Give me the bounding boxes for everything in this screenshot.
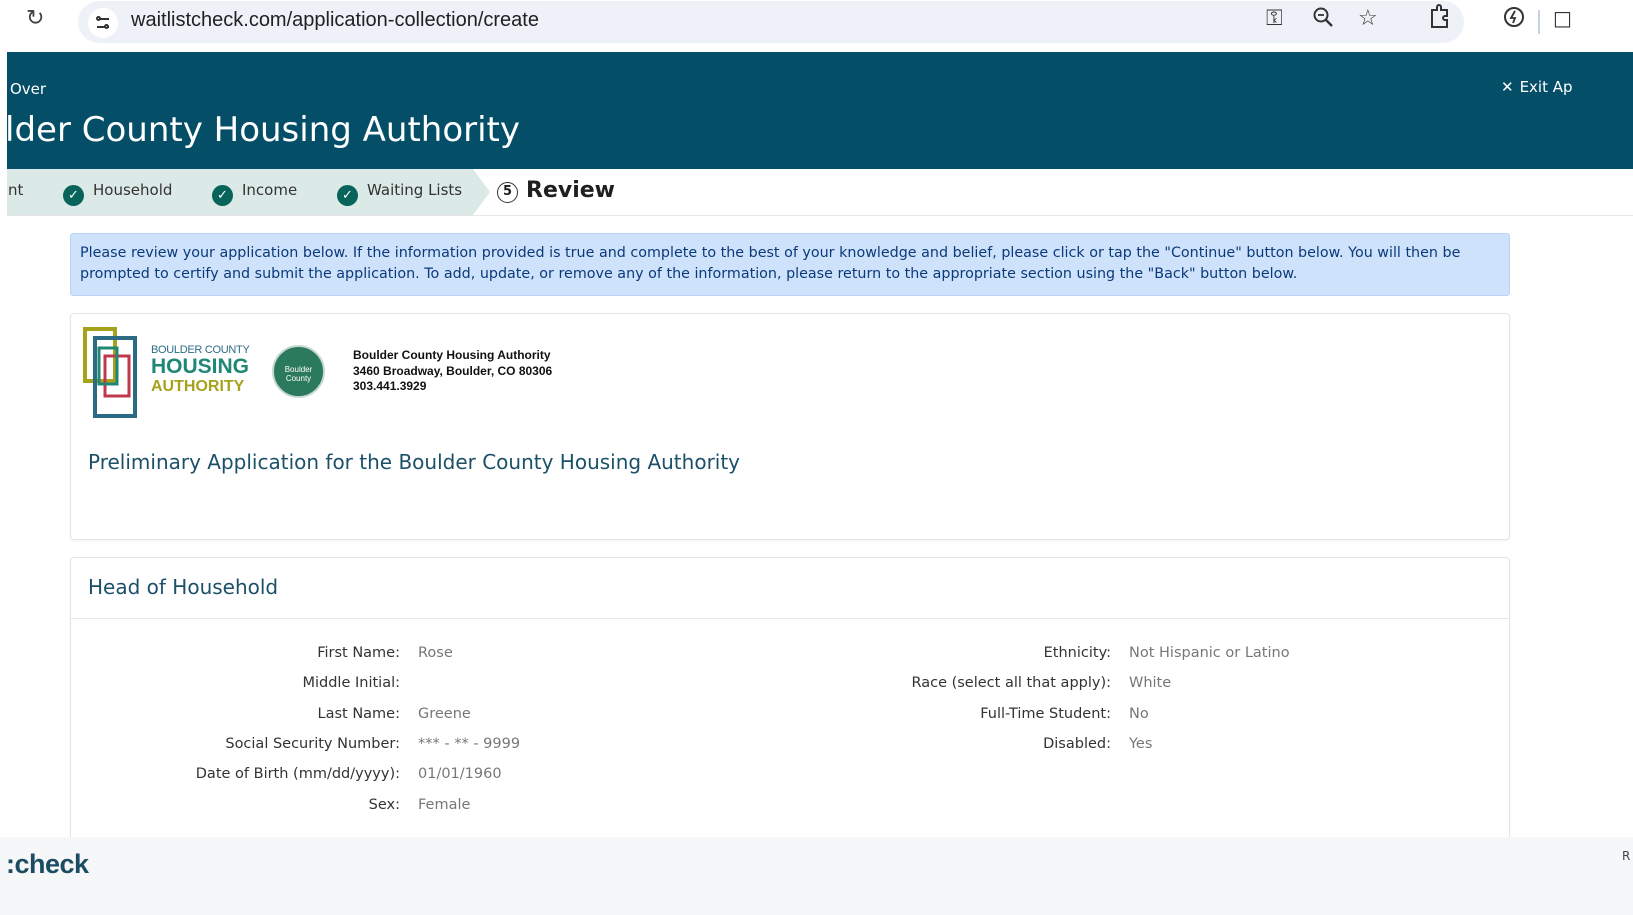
section-title: Head of Household [88, 575, 279, 599]
ssn-label: Social Security Number: [225, 736, 400, 752]
agency-address: 3460 Broadway, Boulder, CO 80306 [353, 363, 553, 378]
step-review-current: 5 Review [497, 178, 615, 203]
footer: :check R [0, 837, 1633, 915]
race-value: White [1129, 675, 1172, 691]
page-title: lder County Housing Authority [5, 110, 521, 150]
step-waiting-lists[interactable]: ✓ Waiting Lists [337, 181, 462, 206]
boulder-county-seal-icon: Boulder County [272, 345, 325, 398]
start-over-link[interactable]: Over [10, 80, 46, 98]
step-household[interactable]: ✓ Household [63, 181, 172, 206]
step-number-badge: 5 [497, 182, 518, 203]
disabled-label: Disabled: [1043, 736, 1111, 752]
toolbar-divider [1538, 10, 1540, 34]
progress-stepper: nt ✓ Household ✓ Income ✓ Waiting Lists 5 Re… [7, 169, 1633, 216]
zoom-icon[interactable] [1312, 6, 1334, 34]
step-applicant[interactable]: nt [8, 181, 23, 199]
head-of-household-card: Head of Household First Name: Rose Middl… [70, 557, 1510, 857]
step-label: Waiting Lists [367, 181, 463, 199]
logo-authority-text: AUTHORITY [151, 378, 245, 395]
application-title: Preliminary Application for the Boulder … [88, 450, 741, 474]
side-panel-icon[interactable]: □ [1553, 6, 1572, 30]
last-name-label: Last Name: [317, 706, 400, 722]
app-header: Over ✕ Exit Ap lder County Housing Author… [5, 52, 1633, 169]
card-header: Head of Household [71, 558, 1509, 619]
step-income[interactable]: ✓ Income [212, 181, 297, 206]
url-text[interactable]: waitlistcheck.com/application-collection… [131, 9, 539, 32]
dob-label: Date of Birth (mm/dd/yyyy): [195, 766, 400, 782]
tab-search-icon[interactable] [1502, 5, 1526, 35]
browser-toolbar: ↻ waitlistcheck.com/application-collecti… [0, 0, 1633, 50]
housing-authority-logo-icon [83, 327, 137, 418]
logo-housing-text: HOUSING [151, 355, 250, 378]
agency-contact-info: Boulder County Housing Authority 3460 Br… [353, 348, 552, 395]
ssn-value: *** - ** - 9999 [418, 736, 521, 752]
address-bar[interactable]: waitlistcheck.com/application-collection… [78, 1, 1464, 43]
sex-label: Sex: [368, 797, 400, 813]
application-intro-card: BOULDER COUNTY HOUSING AUTHORITY Boulder… [70, 313, 1510, 540]
step-label: Income [242, 181, 298, 199]
key-icon[interactable]: ⚿ [1266, 6, 1283, 31]
check-icon: ✓ [63, 185, 84, 206]
sex-value: Female [418, 797, 471, 813]
student-value: No [1129, 706, 1149, 722]
agency-phone: 303.441.3929 [353, 379, 427, 393]
star-icon[interactable]: ☆ [1358, 6, 1378, 31]
check-icon: ✓ [212, 185, 233, 206]
site-settings-icon[interactable] [88, 8, 118, 38]
footer-brand-logo[interactable]: :check [6, 849, 89, 880]
last-name-value: Greene [418, 706, 471, 722]
exit-application-button[interactable]: ✕ Exit Ap [1501, 78, 1573, 96]
agency-name: Boulder County Housing Authority [353, 348, 551, 362]
middle-initial-label: Middle Initial: [302, 675, 400, 691]
housing-authority-logo-text: BOULDER COUNTY HOUSING AUTHORITY [151, 344, 250, 396]
disabled-value: Yes [1129, 736, 1153, 752]
step-label: Review [526, 178, 615, 203]
exit-label: Exit Ap [1519, 78, 1573, 96]
extensions-icon[interactable] [1428, 4, 1452, 36]
stepper-arrow [473, 169, 490, 215]
check-icon: ✓ [337, 185, 358, 206]
ethnicity-value: Not Hispanic or Latino [1129, 645, 1290, 661]
close-icon: ✕ [1501, 78, 1514, 96]
step-label: nt [8, 181, 24, 199]
step-label: Household [93, 181, 173, 199]
footer-right-text: R [1622, 849, 1631, 863]
dob-value: 01/01/1960 [418, 766, 502, 782]
student-label: Full-Time Student: [980, 706, 1111, 722]
first-name-value: Rose [418, 645, 453, 661]
review-instructions-alert: Please review your application below. If… [70, 233, 1510, 296]
reload-icon[interactable]: ↻ [26, 6, 44, 31]
race-label: Race (select all that apply): [911, 675, 1111, 691]
ethnicity-label: Ethnicity: [1043, 645, 1111, 661]
first-name-label: First Name: [317, 645, 400, 661]
